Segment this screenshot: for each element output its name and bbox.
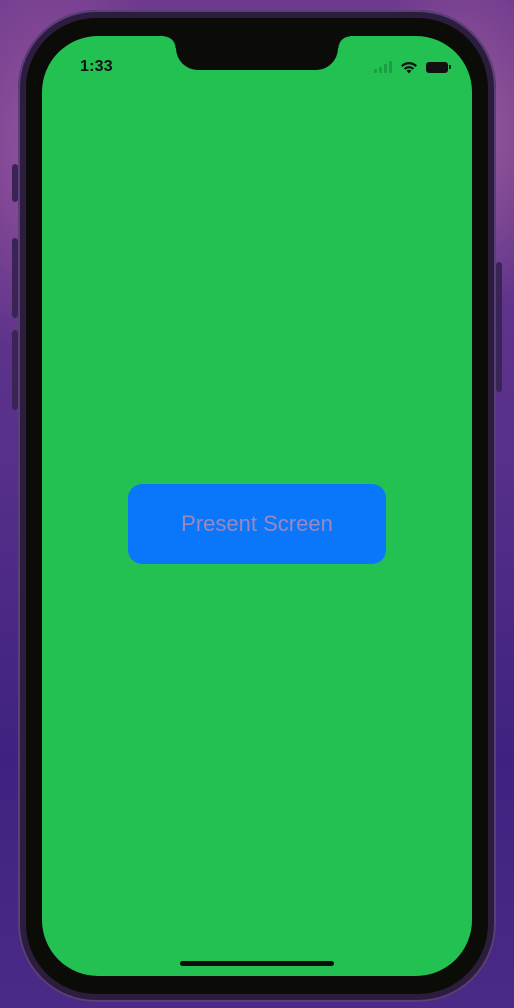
desktop-background: 1:33 Present Screen <box>0 0 514 1008</box>
notch <box>164 36 350 70</box>
present-screen-label: Present Screen <box>181 511 333 536</box>
home-indicator[interactable] <box>180 961 334 966</box>
phone-bezel: 1:33 Present Screen <box>26 18 488 994</box>
app-screen: 1:33 Present Screen <box>42 36 472 976</box>
battery-icon <box>426 61 451 73</box>
phone-frame: 1:33 Present Screen <box>18 10 496 1002</box>
status-icons <box>374 58 451 76</box>
power-button <box>496 262 502 392</box>
wifi-icon <box>401 61 417 73</box>
cellular-signal-icon <box>374 61 392 73</box>
present-screen-button[interactable]: Present Screen <box>128 484 386 564</box>
status-time: 1:33 <box>80 58 113 75</box>
